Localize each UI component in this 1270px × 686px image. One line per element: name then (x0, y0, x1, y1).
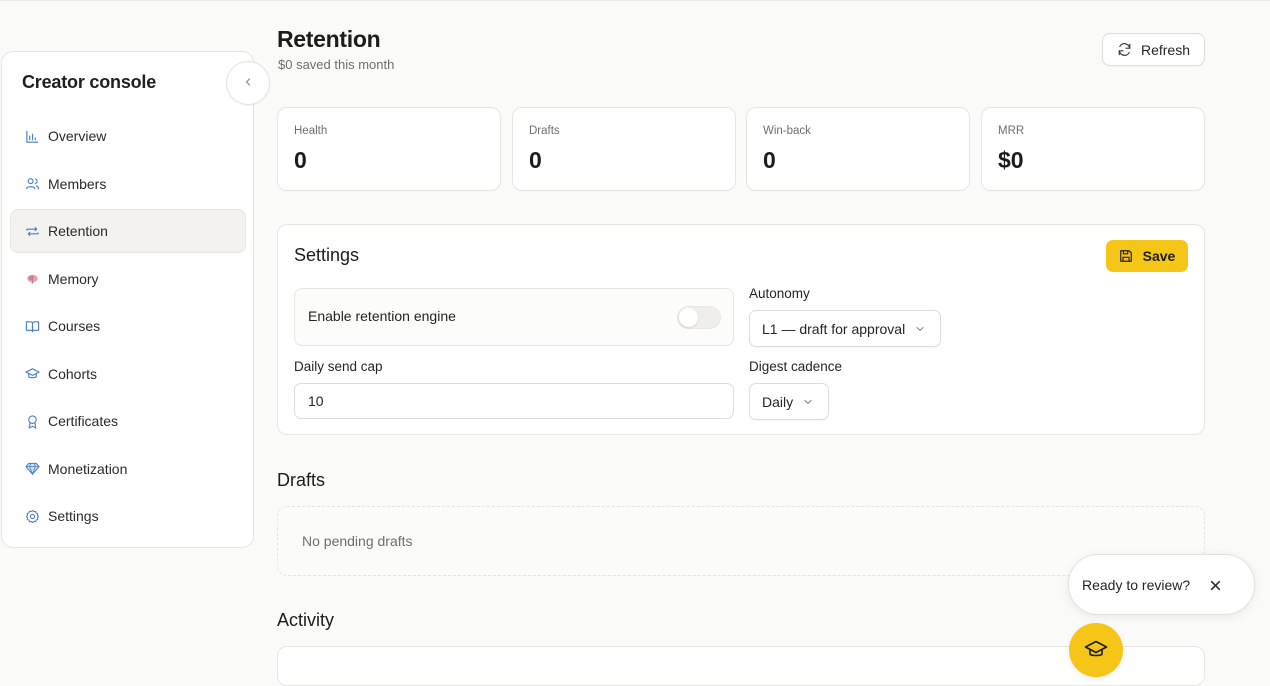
sidebar-item-label: Settings (48, 508, 99, 524)
bar-chart-icon (24, 128, 40, 144)
page-subtitle: $0 saved this month (278, 57, 395, 72)
sidebar-item-courses[interactable]: Courses (10, 304, 246, 348)
sidebar-item-label: Cohorts (48, 365, 98, 382)
sidebar-item-label: Members (48, 175, 107, 192)
stat-value: 0 (763, 147, 776, 173)
stat-card-win-back: Win-back 0 (746, 107, 970, 191)
sidebar-item-retention[interactable]: Retention (10, 209, 246, 253)
sidebar-item-members[interactable]: Members (10, 162, 246, 206)
settings-card: Settings Save Enable retention engine Au… (277, 224, 1205, 435)
enable-retention-label: Enable retention engine (308, 308, 456, 324)
stat-label: Drafts (529, 125, 560, 137)
users-icon (24, 176, 40, 192)
stat-value: 0 (294, 147, 307, 173)
sidebar-item-label: Memory (48, 270, 99, 287)
award-icon (24, 413, 40, 429)
toast-close-button[interactable] (1206, 576, 1224, 594)
stat-label: Health (294, 125, 328, 137)
stat-card-health: Health 0 (277, 107, 501, 191)
autonomy-select[interactable]: L1 — draft for approval (749, 310, 941, 347)
review-toast: Ready to review? (1068, 554, 1255, 615)
stat-value: $0 (998, 147, 1024, 173)
gear-icon (24, 508, 40, 524)
toast-text: Ready to review? (1082, 577, 1191, 593)
stat-card-drafts: Drafts 0 (512, 107, 736, 191)
save-button[interactable]: Save (1106, 240, 1188, 272)
drafts-empty-text: No pending drafts (302, 533, 413, 549)
sidebar-item-certificates[interactable]: Certificates (10, 399, 246, 443)
stat-value: 0 (529, 147, 542, 173)
digest-cadence-label: Digest cadence (749, 359, 843, 374)
stat-card-mrr: MRR $0 (981, 107, 1205, 191)
activity-title: Activity (277, 610, 335, 630)
book-open-icon (24, 318, 40, 334)
save-label: Save (1142, 248, 1176, 264)
sidebar-item-label: Courses (48, 318, 101, 334)
sidebar-collapse-button[interactable] (226, 61, 270, 105)
daily-cap-input[interactable] (294, 383, 734, 419)
sidebar-item-label: Retention (48, 223, 108, 239)
sidebar-item-label: Monetization (48, 460, 128, 477)
sidebar-item-label: Certificates (48, 413, 119, 429)
settings-title: Settings (294, 245, 360, 265)
sidebar-title: Creator console (22, 72, 157, 92)
chevron-left-icon (243, 74, 253, 92)
enable-retention-row: Enable retention engine (294, 288, 734, 346)
brain-icon (24, 271, 40, 287)
stat-label: Win-back (763, 125, 811, 137)
sidebar-item-overview[interactable]: Overview (10, 114, 246, 158)
activity-card (277, 646, 1205, 686)
sidebar-item-cohorts[interactable]: Cohorts (10, 352, 246, 396)
toggle-knob (679, 308, 698, 327)
enable-retention-toggle[interactable] (677, 306, 721, 329)
digest-cadence-select[interactable]: Daily (749, 383, 829, 420)
autonomy-label: Autonomy (749, 286, 810, 301)
autonomy-value: L1 — draft for approval (762, 320, 906, 337)
daily-cap-label: Daily send cap (294, 359, 383, 374)
gem-icon (24, 461, 40, 477)
close-icon (1210, 580, 1221, 591)
save-icon (1119, 249, 1133, 263)
sidebar-item-settings[interactable]: Settings (10, 494, 246, 538)
sidebar-nav: Overview Members Retention Memory Course… (10, 114, 246, 542)
stat-label: MRR (998, 125, 1025, 137)
graduation-cap-icon (24, 366, 40, 382)
sidebar: Creator console Overview Members Retenti… (1, 51, 270, 548)
sidebar-item-monetization[interactable]: Monetization (10, 447, 246, 491)
drafts-empty-state: No pending drafts (277, 506, 1205, 576)
refresh-label: Refresh (1140, 41, 1191, 58)
refresh-button[interactable]: Refresh (1102, 33, 1205, 66)
top-divider (0, 0, 1270, 1)
refresh-icon (1117, 42, 1132, 57)
drafts-title: Drafts (277, 470, 326, 490)
sidebar-item-label: Overview (48, 128, 107, 144)
page-title: Retention (277, 26, 381, 52)
chevron-down-icon (915, 324, 925, 334)
repeat-icon (24, 223, 40, 239)
review-fab-button[interactable] (1069, 623, 1123, 677)
graduation-cap-icon (1084, 639, 1108, 659)
digest-cadence-value: Daily (762, 393, 794, 410)
chevron-down-icon (803, 397, 813, 407)
sidebar-item-memory[interactable]: Memory (10, 257, 246, 301)
